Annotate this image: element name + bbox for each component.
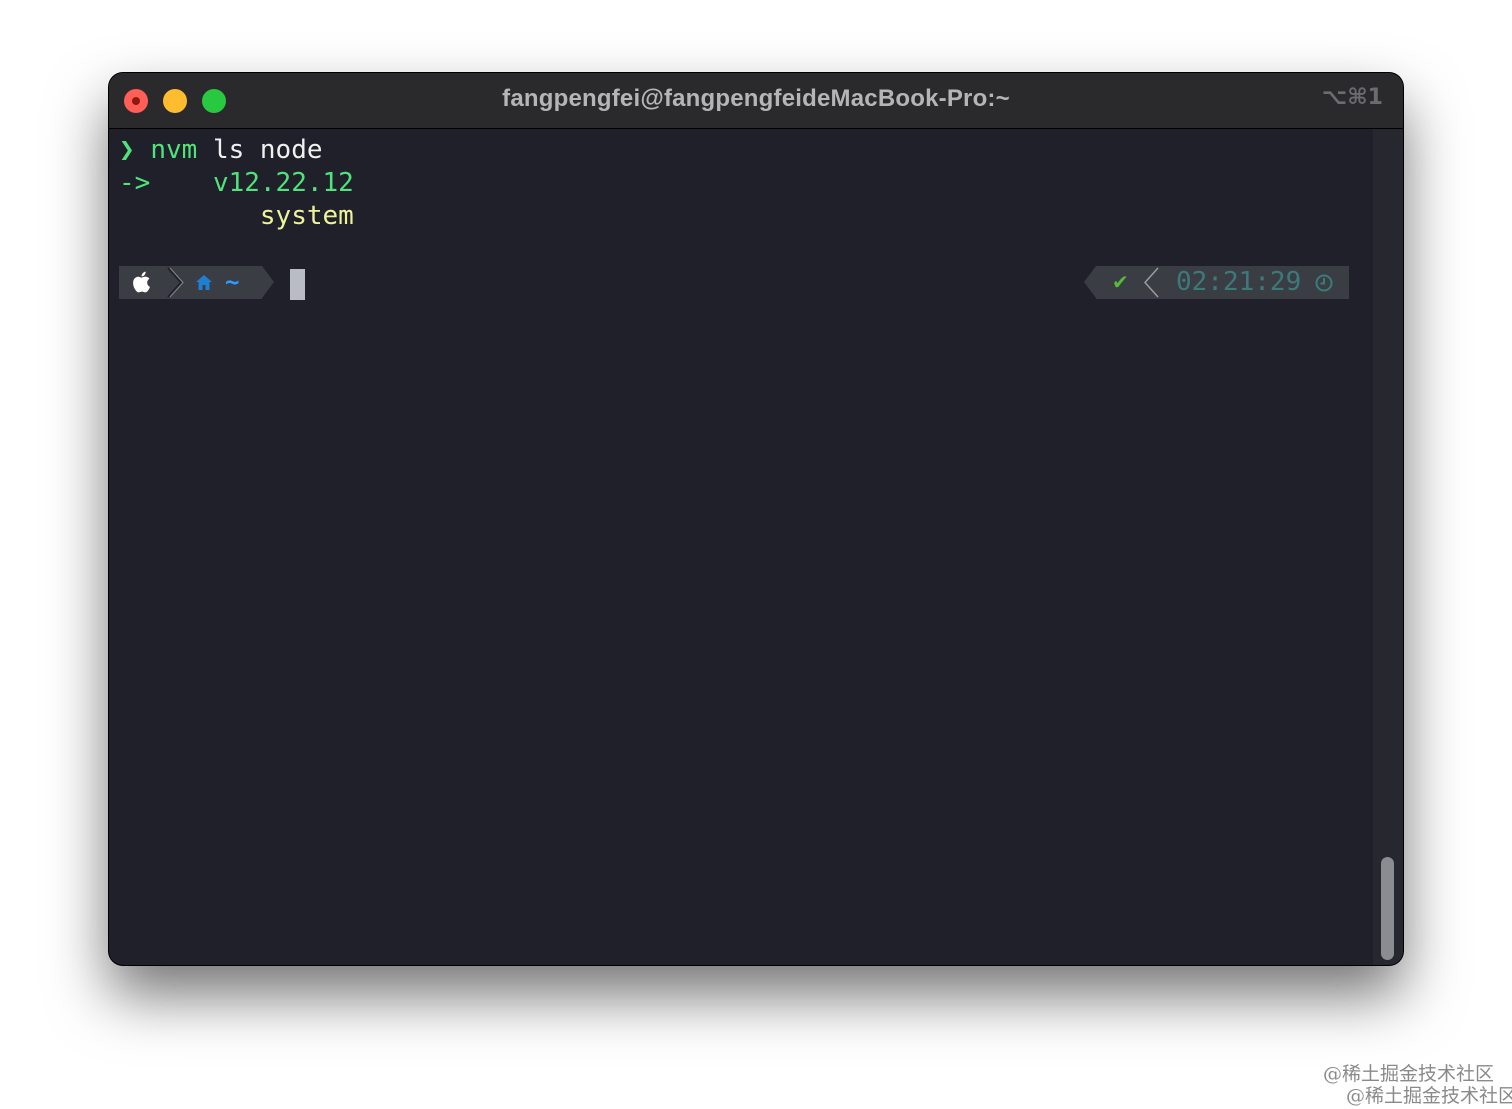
keyboard-shortcut: ⌥⌘1 bbox=[1321, 85, 1383, 110]
scrollbar[interactable] bbox=[1373, 129, 1403, 965]
apple-icon bbox=[133, 271, 150, 293]
current-arrow: -> bbox=[119, 168, 151, 198]
current-directory: ~ bbox=[225, 268, 240, 296]
command-args: ls node bbox=[212, 135, 323, 165]
output-line-current: -> v12.22.12 bbox=[119, 167, 354, 200]
os-segment bbox=[119, 266, 167, 299]
node-version: v12.22.12 bbox=[212, 168, 354, 198]
watermark: @稀土掘金技术社区 bbox=[1346, 1085, 1512, 1107]
terminal-content[interactable]: ❯ nvm ls node -> v12.22.12 system ~ ✔ 02… bbox=[109, 129, 1373, 965]
command-name: nvm bbox=[150, 135, 198, 165]
check-icon: ✔ bbox=[1112, 270, 1129, 294]
home-icon bbox=[196, 275, 212, 290]
chevron-right-icon bbox=[167, 267, 184, 298]
scrollbar-thumb[interactable] bbox=[1381, 857, 1394, 960]
output-line-system: system bbox=[119, 200, 354, 233]
chevron-left-icon bbox=[1143, 267, 1159, 298]
window-title: fangpengfei@fangpengfeideMacBook-Pro:~ bbox=[502, 85, 1010, 112]
command-line: ❯ nvm ls node bbox=[119, 134, 323, 167]
segment-start-arrow bbox=[1084, 266, 1096, 298]
prompt-time: 02:21:29 bbox=[1176, 267, 1302, 297]
system-version: system bbox=[259, 201, 354, 231]
title-bar[interactable]: fangpengfei@fangpengfeideMacBook-Pro:~ ⌥… bbox=[109, 73, 1403, 129]
prompt-right-segments: ✔ 02:21:29 bbox=[1084, 266, 1349, 299]
clock-icon bbox=[1315, 274, 1333, 292]
terminal-window: fangpengfei@fangpengfeideMacBook-Pro:~ ⌥… bbox=[109, 73, 1403, 965]
segment-end-arrow bbox=[262, 266, 274, 298]
text-cursor bbox=[290, 269, 305, 300]
prompt-symbol: ❯ bbox=[119, 135, 135, 165]
